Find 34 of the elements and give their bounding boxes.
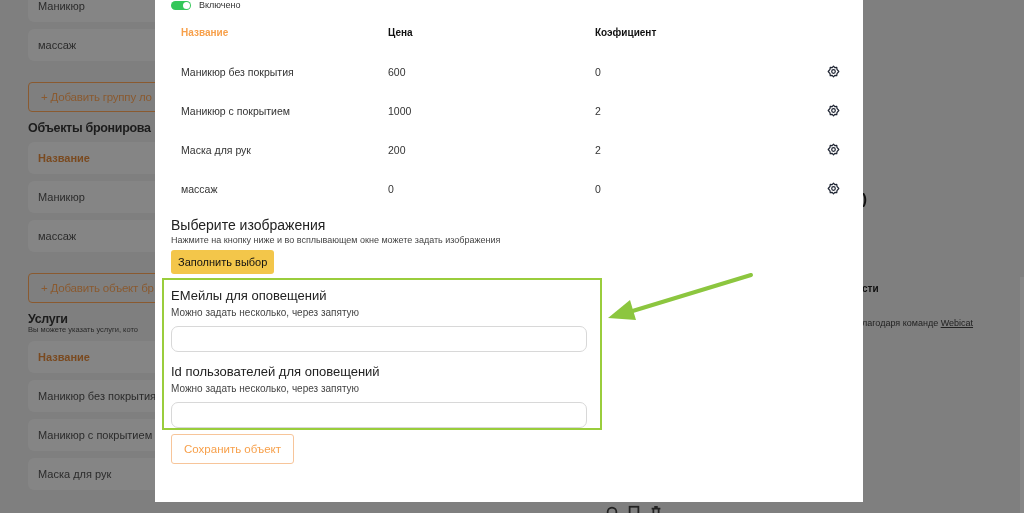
table-cell-text: 0 [595, 182, 602, 195]
settings-icon[interactable] [827, 104, 840, 117]
column-header: Коэфициент [595, 27, 658, 38]
table-cell-text: Маска для рук [181, 143, 252, 156]
table-cell-text: массаж [181, 182, 219, 195]
section-heading: сти [862, 283, 880, 294]
toggle-label: Включено [199, 0, 241, 10]
settings-icon[interactable] [827, 182, 840, 195]
fill-selection-button[interactable]: Заполнить выбор [171, 250, 275, 274]
credit-link[interactable]: Webicat [940, 318, 974, 328]
settings-icon[interactable] [827, 143, 840, 156]
column-header: Цена [388, 27, 414, 38]
table-cell-text: 200 [388, 143, 407, 156]
table-cell-text: Маникюр без покрытия [181, 65, 295, 78]
table-cell-text: 600 [388, 65, 407, 78]
section-heading: Услуги [28, 312, 68, 326]
table-cell-text: 0 [595, 65, 602, 78]
column-header: Название [181, 27, 230, 38]
credit-text: лагодаря команде [862, 318, 939, 328]
input-field[interactable] [171, 402, 587, 428]
table-cell-text: 0 [388, 182, 395, 195]
field-hint: Можно задать несколько, через запятую [171, 383, 361, 394]
table-cell-text: 1000 [388, 104, 413, 117]
field-label: ЕМейлы для оповещений [171, 288, 328, 303]
section-heading: Объекты бронирова [28, 121, 151, 135]
section-title: Выберите изображения [171, 217, 327, 233]
input-field[interactable] [171, 326, 587, 352]
table-cell-text: 2 [595, 104, 602, 117]
field-hint: Можно задать несколько, через запятую [171, 307, 361, 318]
table-cell-text: Маникюр с покрытием [181, 104, 291, 117]
table-cell-text: 2 [595, 143, 602, 156]
settings-icon[interactable] [827, 65, 840, 78]
save-button[interactable]: Сохранить объект [171, 434, 294, 464]
toggle-switch[interactable] [171, 0, 191, 10]
